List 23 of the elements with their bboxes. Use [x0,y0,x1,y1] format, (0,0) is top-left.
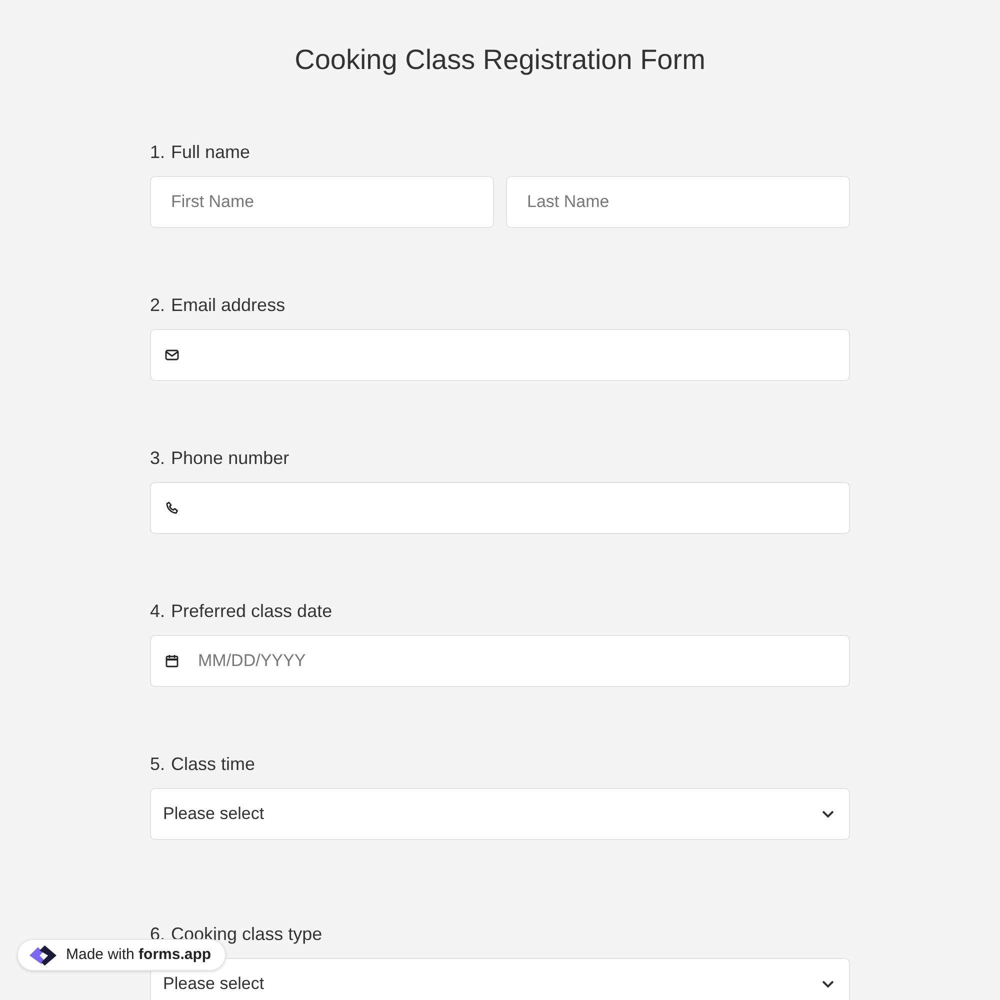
question-label: Full name [171,142,250,162]
form-title: Cooking Class Registration Form [294,43,706,77]
chevron-down-icon [821,809,835,819]
question-number: 1. [150,142,166,162]
chevron-down-icon [821,979,835,989]
question-label: Email address [171,295,286,315]
name-field[interactable]: Last Name [506,176,850,228]
calendar-icon [164,653,180,669]
phone-field[interactable] [150,482,850,534]
phone-icon [164,500,180,516]
question-label: Class time [171,754,256,774]
question-number: 3. [150,448,166,468]
envelope-icon [164,347,180,363]
date-field[interactable]: MM/DD/YYYY [150,635,850,687]
question-number: 4. [150,601,166,621]
question-number: 2. [150,295,166,315]
question-number: 5. [150,754,166,774]
question-label: Phone number [171,448,290,468]
made-with-badge[interactable]: Made with forms.app [17,939,226,971]
select-field[interactable]: Please select [150,788,850,840]
email-field[interactable] [150,329,850,381]
question-label: Preferred class date [171,601,332,621]
name-field[interactable]: First Name [150,176,494,228]
